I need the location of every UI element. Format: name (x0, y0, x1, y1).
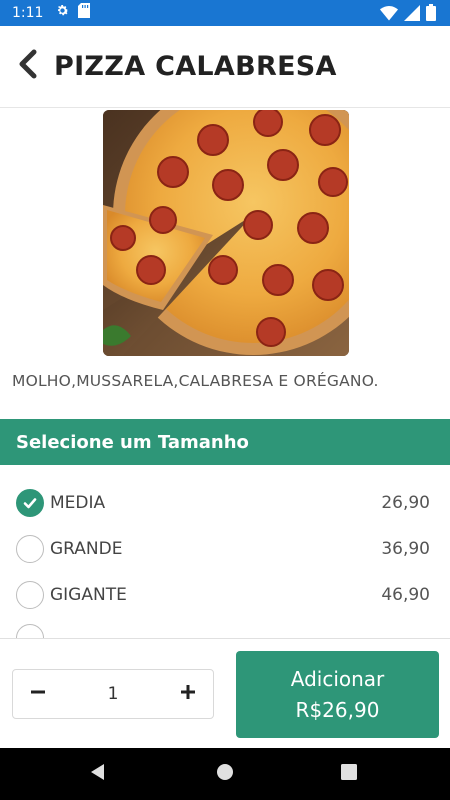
status-bar: 1:11 (0, 0, 450, 26)
signal-icon (404, 4, 420, 26)
quantity-stepper: 1 (12, 669, 214, 719)
size-option-gigante[interactable]: GIGANTE 46,90 (0, 572, 450, 618)
order-footer: 1 Adicionar R$26,90 (0, 638, 450, 748)
size-option-list[interactable]: MEDIA 26,90 GRANDE 36,90 GIGANTE 46,90 (0, 480, 450, 638)
size-section-header: Selecione um Tamanho (0, 419, 450, 465)
add-to-cart-button[interactable]: Adicionar R$26,90 (236, 651, 439, 738)
size-option-label: MEDIA (50, 493, 106, 513)
battery-icon (426, 4, 436, 26)
decrement-button[interactable] (13, 669, 63, 719)
wifi-icon (380, 5, 398, 26)
chevron-left-icon (17, 49, 39, 84)
size-option-price: 36,90 (381, 539, 430, 559)
radio-unchecked-icon[interactable] (16, 535, 44, 563)
status-time: 1:11 (12, 5, 44, 21)
size-option-label: GIGANTE (50, 585, 127, 605)
recents-square-icon (340, 763, 358, 786)
size-option-partial[interactable] (0, 618, 450, 638)
radio-checked-icon[interactable] (16, 489, 44, 517)
back-button[interactable] (2, 26, 54, 108)
add-button-label: Adicionar (290, 666, 385, 691)
app-header: PIZZA CALABRESA (0, 26, 450, 108)
radio-unchecked-icon[interactable] (16, 624, 44, 638)
nav-recents-button[interactable] (337, 762, 361, 786)
minus-icon (30, 684, 46, 705)
plus-icon (180, 684, 196, 705)
add-button-price: R$26,90 (295, 697, 380, 722)
product-image (103, 110, 349, 356)
page-title: PIZZA CALABRESA (54, 51, 337, 82)
home-circle-icon (216, 763, 234, 786)
size-option-label: GRANDE (50, 539, 123, 559)
radio-unchecked-icon[interactable] (16, 581, 44, 609)
size-section-title: Selecione um Tamanho (16, 431, 249, 453)
system-nav-bar (0, 748, 450, 800)
size-option-price: 26,90 (381, 493, 430, 513)
sd-card-icon (78, 3, 91, 23)
size-option-grande[interactable]: GRANDE 36,90 (0, 526, 450, 572)
gear-icon (55, 3, 70, 23)
increment-button[interactable] (163, 669, 213, 719)
nav-home-button[interactable] (213, 762, 237, 786)
product-description: MOLHO,MUSSARELA,CALABRESA E ORÉGANO. (12, 372, 379, 390)
size-option-media[interactable]: MEDIA 26,90 (0, 480, 450, 526)
size-option-price: 46,90 (381, 585, 430, 605)
nav-back-button[interactable] (86, 762, 110, 786)
back-triangle-icon (89, 763, 107, 786)
quantity-value: 1 (107, 684, 119, 704)
